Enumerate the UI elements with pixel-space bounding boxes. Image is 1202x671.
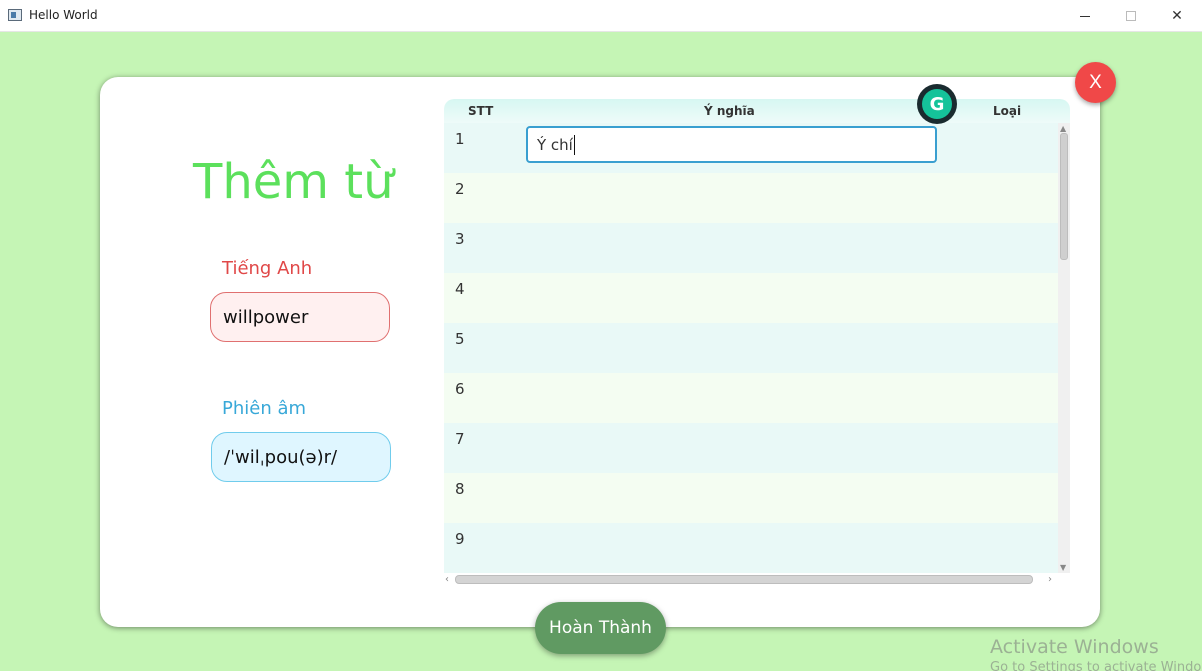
scroll-right-icon[interactable]: ›: [1048, 574, 1052, 585]
table-row[interactable]: 9: [444, 523, 1058, 573]
row-number: 6: [455, 380, 465, 398]
table-row[interactable]: 4: [444, 273, 1058, 323]
app-icon: [8, 9, 22, 21]
meaning-cell-text: Ý chí: [537, 135, 573, 154]
row-number: 7: [455, 430, 465, 448]
table-row[interactable]: 5: [444, 323, 1058, 373]
text-caret: [573, 134, 575, 155]
column-header-meaning[interactable]: Ý nghĩa: [704, 104, 755, 118]
column-header-stt[interactable]: STT: [468, 104, 493, 118]
table-row[interactable]: 1 Ý chí: [444, 123, 1058, 173]
table-row[interactable]: 7: [444, 423, 1058, 473]
grammarly-icon[interactable]: G: [917, 84, 957, 124]
minimize-icon: [1080, 15, 1090, 17]
maximize-icon: [1126, 11, 1136, 21]
table-row[interactable]: 8: [444, 473, 1058, 523]
english-label: Tiếng Anh: [222, 258, 313, 279]
horizontal-scroll-thumb[interactable]: [455, 575, 1033, 584]
row-number: 8: [455, 480, 465, 498]
window-title: Hello World: [29, 8, 98, 22]
scroll-left-icon[interactable]: ‹: [445, 574, 449, 585]
maximize-button[interactable]: [1108, 0, 1154, 32]
vertical-scrollbar[interactable]: ▲ ▼: [1058, 123, 1070, 573]
table-row[interactable]: 2: [444, 173, 1058, 223]
title-bar: Hello World ✕: [0, 0, 1202, 32]
grammarly-badge: G: [922, 89, 952, 119]
meaning-cell-editor[interactable]: Ý chí: [526, 126, 937, 163]
table-body: 1 Ý chí 2 3 4 5 6 7 8 9: [444, 123, 1058, 573]
row-number: 9: [455, 530, 465, 548]
done-button[interactable]: Hoàn Thành: [535, 602, 666, 654]
horizontal-scrollbar[interactable]: ‹ ›: [444, 573, 1070, 589]
scroll-down-icon[interactable]: ▼: [1060, 563, 1066, 572]
window-close-button[interactable]: ✕: [1154, 0, 1200, 32]
row-number: 4: [455, 280, 465, 298]
table-header: STT Ý nghĩa Loại: [444, 99, 1070, 123]
scroll-up-icon[interactable]: ▲: [1060, 124, 1066, 133]
activate-windows-title: Activate Windows: [990, 636, 1159, 658]
table-row[interactable]: 6: [444, 373, 1058, 423]
card-close-button[interactable]: X: [1075, 62, 1116, 103]
row-number: 3: [455, 230, 465, 248]
vertical-scroll-thumb[interactable]: [1060, 133, 1068, 260]
minimize-button[interactable]: [1062, 0, 1108, 32]
table-row[interactable]: 3: [444, 223, 1058, 273]
row-number: 5: [455, 330, 465, 348]
page-title: Thêm từ: [193, 154, 394, 210]
activate-windows-subtitle: Go to Settings to activate Windows.: [990, 660, 1202, 671]
row-number: 1: [455, 130, 465, 148]
phonetic-label: Phiên âm: [222, 398, 307, 419]
row-number: 2: [455, 180, 465, 198]
column-header-type[interactable]: Loại: [993, 104, 1021, 118]
meanings-table: STT Ý nghĩa Loại 1 Ý chí 2 3 4 5 6 7 8 9…: [444, 99, 1070, 589]
phonetic-input[interactable]: /ˈwilˌpou(ə)r/: [211, 432, 391, 482]
english-word-input[interactable]: willpower: [210, 292, 390, 342]
